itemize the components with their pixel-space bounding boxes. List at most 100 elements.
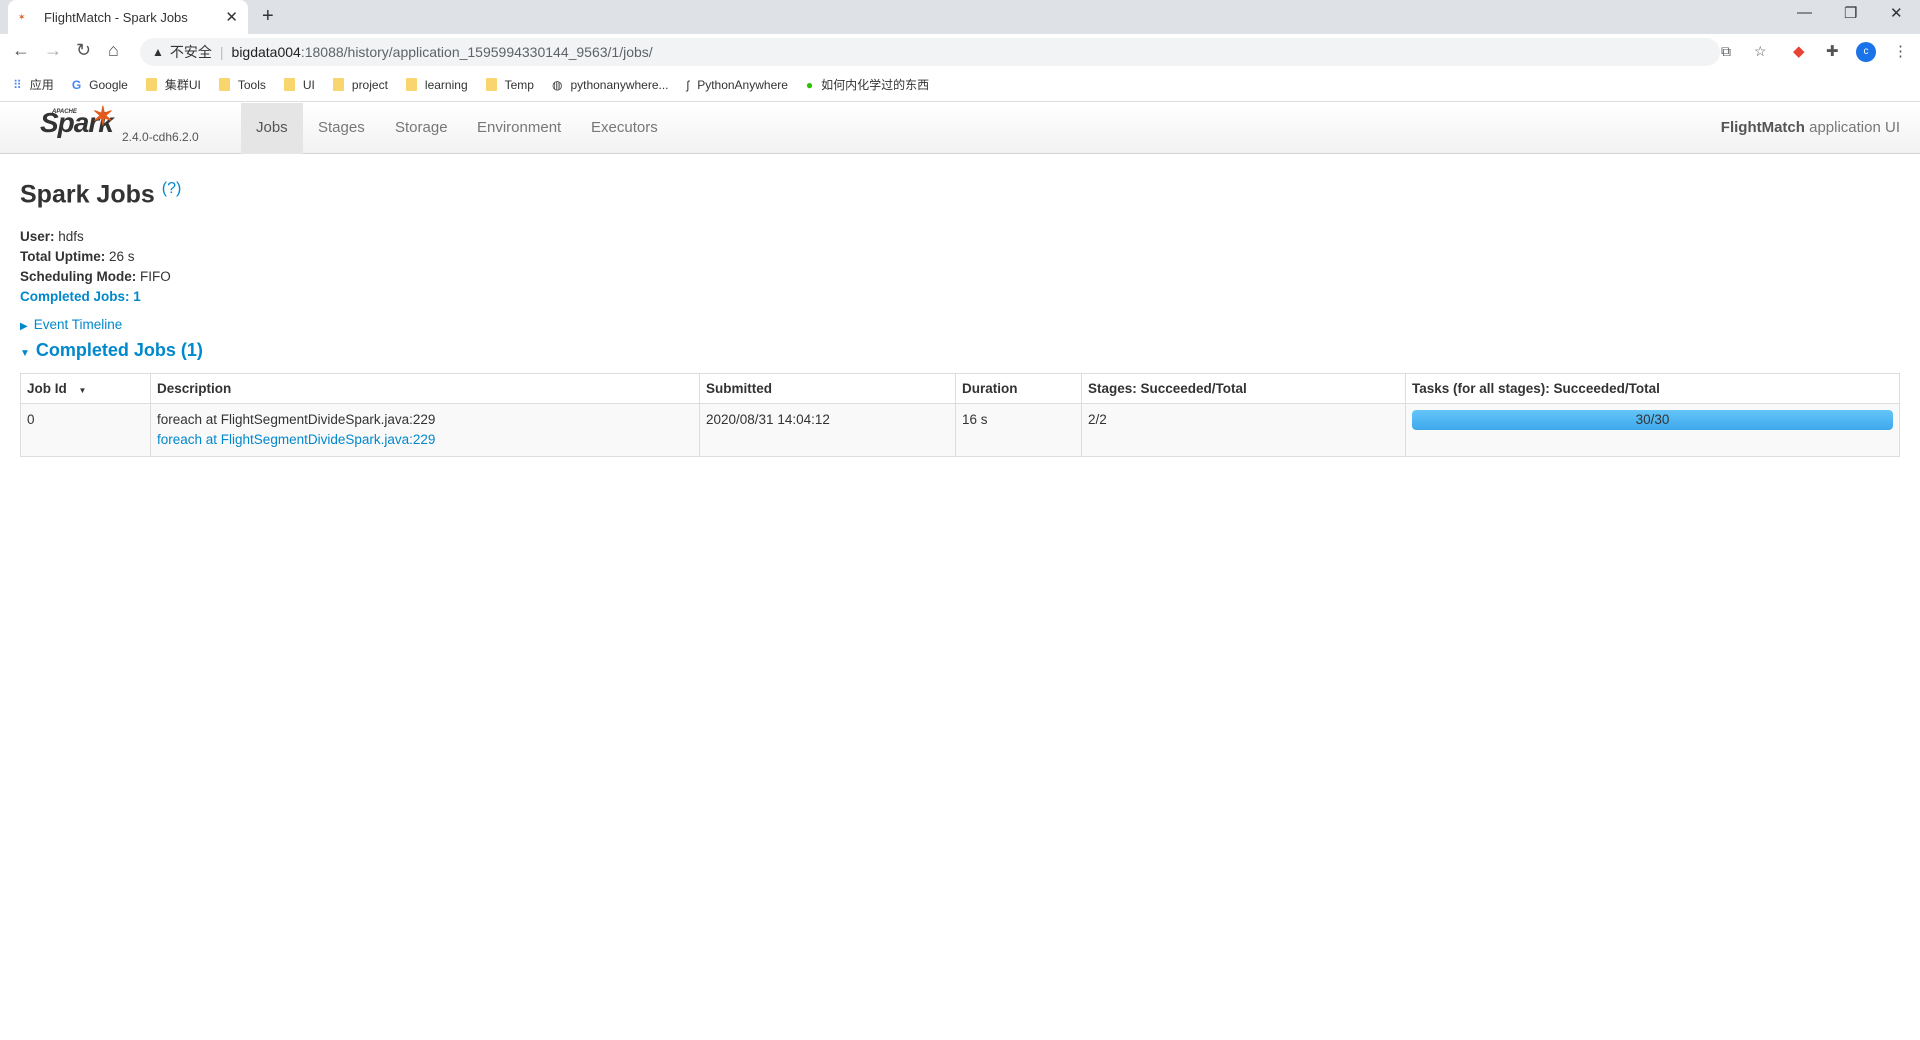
main-content: Spark Jobs (?) User: hdfs Total Uptime: … — [20, 180, 1900, 458]
address-row: ← → ↻ ⌂ ▲ 不安全 | bigdata004 :18088/histor… — [0, 34, 1920, 68]
job-description: foreach at FlightSegmentDivideSpark.java… — [150, 403, 700, 458]
app-suffix: application UI — [1809, 119, 1900, 136]
bookmark-label: 应用 — [29, 78, 54, 92]
bookmark-google[interactable]: G Google — [72, 78, 128, 92]
job-detail-link[interactable]: foreach at FlightSegmentDivideSpark.java… — [157, 432, 435, 447]
job-submitted: 2020/08/31 14:04:12 — [699, 403, 956, 458]
mode-label: Scheduling Mode: — [20, 269, 137, 285]
section-title: Completed Jobs (1) — [35, 340, 203, 361]
bookmark-label: project — [351, 77, 388, 92]
uptime-row: Total Uptime: 26 s — [20, 247, 1900, 267]
uptime-label: Total Uptime: — [20, 249, 106, 265]
nav-storage[interactable]: Storage — [380, 103, 463, 154]
completed-jobs-link[interactable]: Completed Jobs: 1 — [20, 287, 1900, 307]
page-title: Spark Jobs (?) — [20, 180, 1900, 209]
spark-version: 2.4.0-cdh6.2.0 — [122, 130, 199, 144]
close-window-icon[interactable]: ✕ — [1890, 4, 1903, 22]
completed-jobs-toggle[interactable]: ▼ Completed Jobs (1) — [20, 340, 1900, 361]
bookmark-label: PythonAnywhere — [697, 77, 788, 92]
bookmark-temp[interactable]: Temp — [485, 77, 534, 92]
header-stages[interactable]: Stages: Succeeded/Total — [1081, 373, 1406, 405]
sort-desc-icon: ▼ — [78, 386, 87, 396]
bookmark-label: pythonanywhere... — [570, 77, 669, 92]
minimize-icon[interactable]: — — [1797, 4, 1812, 21]
bookmark-label: 集群UI — [164, 78, 201, 92]
new-tab-icon[interactable]: + — [262, 5, 274, 28]
url-path: :18088/history/application_1595994330144… — [300, 44, 653, 60]
bookmark-label: Temp — [504, 77, 534, 92]
google-icon: G — [71, 77, 82, 92]
header-description[interactable]: Description — [150, 373, 700, 405]
bookmark-label: 如何内化学过的东西 — [821, 78, 930, 92]
address-bar[interactable]: ▲ 不安全 | bigdata004 :18088/history/applic… — [140, 38, 1767, 66]
bookmark-pythonanywhere-1[interactable]: ◍ pythonanywhere... — [552, 78, 669, 92]
completed-jobs-table: Job Id ▼ Description Submitted Duration … — [20, 373, 1900, 458]
help-link[interactable]: (?) — [162, 180, 182, 197]
bookmark-pythonanywhere-2[interactable]: ʃ PythonAnywhere — [687, 78, 788, 92]
back-icon[interactable]: ← — [12, 40, 30, 61]
job-summary: User: hdfs Total Uptime: 26 s Scheduling… — [20, 227, 1900, 307]
event-timeline-toggle[interactable]: ▶ Event Timeline — [20, 317, 1900, 332]
bookmark-project[interactable]: project — [332, 77, 388, 92]
user-row: User: hdfs — [20, 227, 1900, 247]
caret-right-icon: ▶ — [20, 321, 28, 333]
tasks-progress-bar: 30/30 — [1412, 410, 1893, 431]
bookmark-ui[interactable]: UI — [283, 77, 315, 92]
browser-tab[interactable]: ✶ FlightMatch - Spark Jobs ✕ — [8, 0, 248, 34]
avatar[interactable]: c — [1856, 42, 1876, 62]
folder-icon — [218, 78, 230, 91]
bookmark-label: Tools — [237, 77, 266, 92]
apps-grid-icon: ⠿ — [13, 77, 22, 92]
nav-stages[interactable]: Stages — [303, 103, 380, 154]
globe-icon: ◍ — [551, 77, 563, 92]
user-value: hdfs — [58, 229, 84, 245]
folder-icon — [283, 78, 295, 91]
caret-down-icon: ▼ — [20, 348, 30, 360]
job-tasks: 30/30 — [1405, 403, 1900, 458]
nav-executors[interactable]: Executors — [576, 103, 673, 154]
restore-icon[interactable]: ❐ — [1844, 4, 1857, 22]
user-label: User: — [20, 229, 55, 245]
security-label: 不安全 — [169, 44, 212, 60]
header-tasks[interactable]: Tasks (for all stages): Succeeded/Total — [1405, 373, 1900, 405]
spark-logo[interactable]: APACHE Spark ✶ — [40, 101, 114, 139]
completed-label: Completed Jobs: — [20, 289, 130, 305]
header-duration[interactable]: Duration — [955, 373, 1082, 405]
header-label: Job Id — [27, 381, 67, 397]
bookmark-wechat[interactable]: ● 如何内化学过的东西 — [806, 76, 929, 93]
event-timeline-label: Event Timeline — [33, 317, 123, 333]
description-text: foreach at FlightSegmentDivideSpark.java… — [157, 412, 436, 428]
translate-icon[interactable]: ⧉ — [1721, 43, 1731, 60]
home-icon[interactable]: ⌂ — [108, 40, 119, 61]
app-name: FlightMatch application UI — [1721, 103, 1900, 153]
close-tab-icon[interactable]: ✕ — [225, 8, 238, 26]
reload-icon[interactable]: ↻ — [76, 40, 91, 61]
tab-title: FlightMatch - Spark Jobs — [44, 9, 188, 25]
job-id: 0 — [20, 403, 151, 458]
puzzle-icon[interactable]: ✚ — [1826, 42, 1839, 60]
bookmark-tools[interactable]: Tools — [218, 77, 266, 92]
url-host: bigdata004 — [231, 44, 301, 60]
header-job-id[interactable]: Job Id ▼ — [20, 373, 151, 405]
uptime-value: 26 s — [109, 249, 135, 265]
menu-icon[interactable]: ⋮ — [1893, 42, 1908, 60]
extension-icon[interactable]: ◆ — [1793, 42, 1805, 60]
folder-icon — [332, 78, 344, 91]
spark-navbar: APACHE Spark ✶ 2.4.0-cdh6.2.0 Jobs Stages … — [0, 101, 1920, 154]
nav-jobs[interactable]: Jobs — [241, 103, 303, 154]
bookmark-star-icon[interactable]: ☆ — [1754, 43, 1767, 60]
bookmark-apps[interactable]: ⠿ 应用 — [13, 76, 54, 93]
tasks-count: 30/30 — [1635, 412, 1670, 428]
warning-icon: ▲ — [152, 45, 164, 59]
bookmark-label: learning — [424, 77, 468, 92]
bookmark-label: UI — [302, 77, 315, 92]
folder-icon — [145, 78, 157, 91]
job-stages: 2/2 — [1081, 403, 1406, 458]
bookmarks-bar: ⠿ 应用 G Google 集群UI Tools UI project learni… — [0, 68, 1920, 102]
mode-row: Scheduling Mode: FIFO — [20, 267, 1900, 287]
bookmark-cluster-ui[interactable]: 集群UI — [145, 76, 201, 93]
forward-icon[interactable]: → — [44, 40, 62, 61]
nav-environment[interactable]: Environment — [462, 103, 576, 154]
header-submitted[interactable]: Submitted — [699, 373, 956, 405]
bookmark-learning[interactable]: learning — [405, 77, 468, 92]
